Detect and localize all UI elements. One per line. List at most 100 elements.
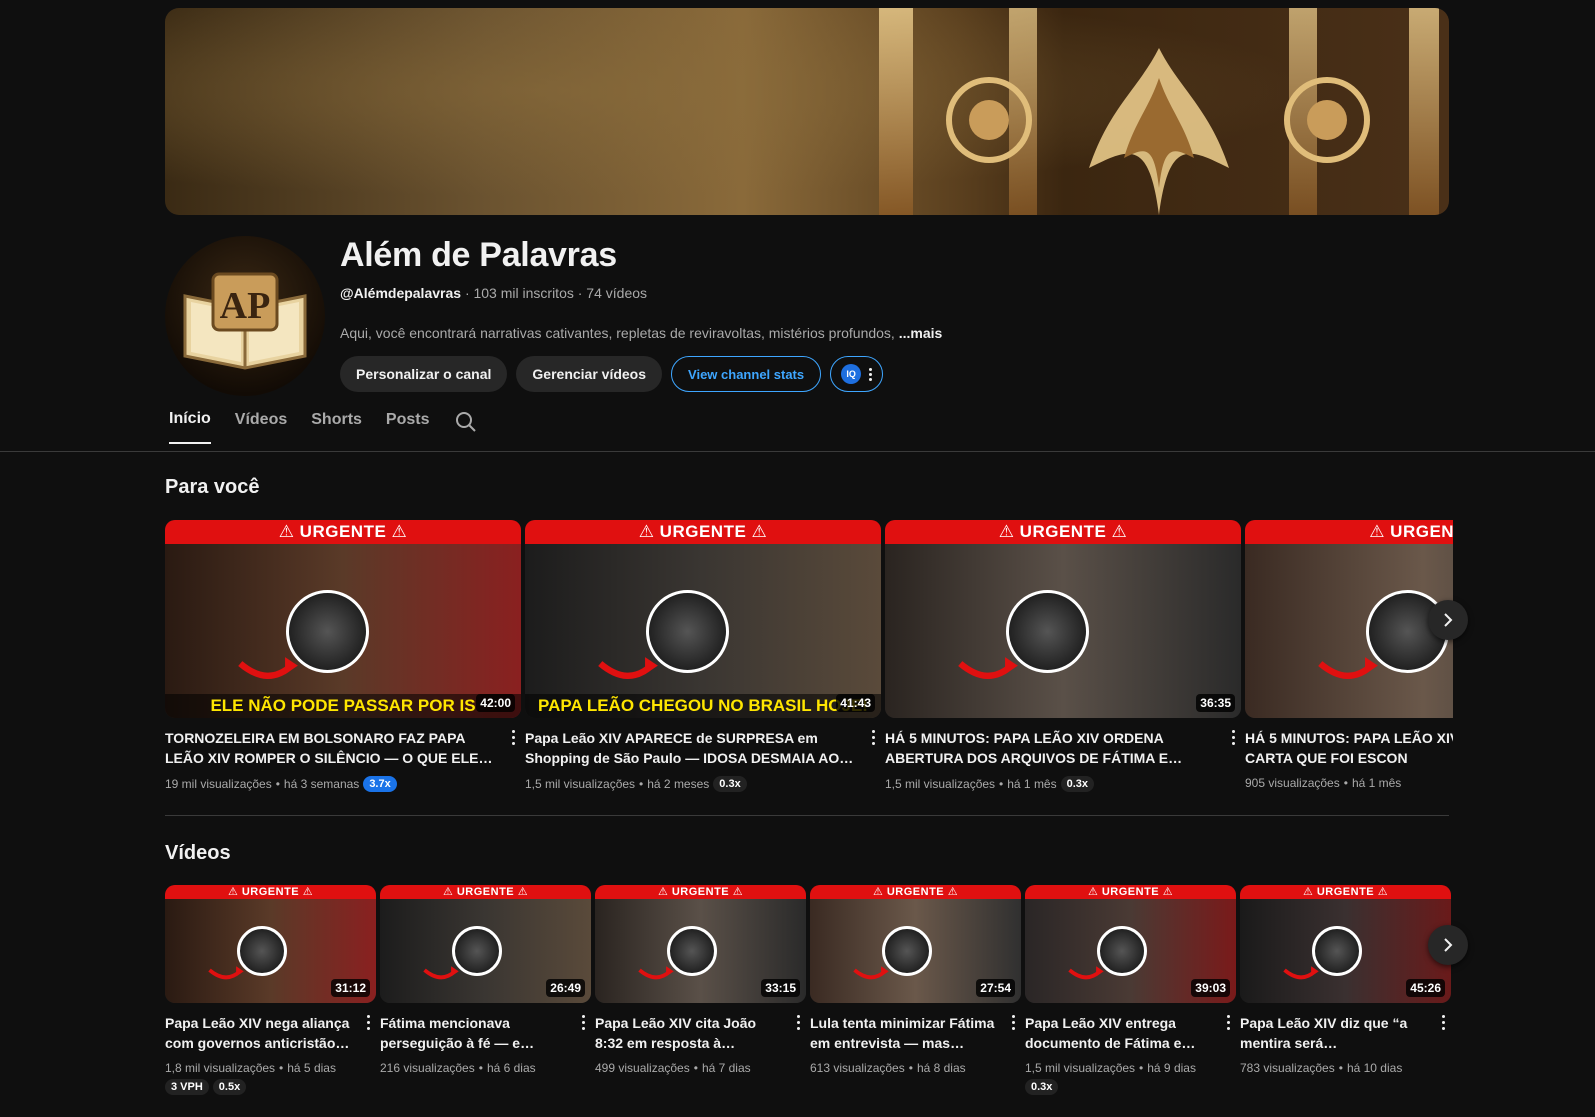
urgent-banner: ⚠ URGENTE	[1245, 520, 1453, 544]
duration-badge: 27:54	[976, 979, 1015, 997]
video-count: · 74 vídeos	[577, 285, 648, 301]
upload-age: há 7 dias	[701, 1061, 751, 1075]
tab-shorts[interactable]: Shorts	[311, 411, 362, 443]
thumbnail-caption: PAPA LEÃO CHEGOU NO BRASIL HOJE!	[525, 694, 881, 718]
shelf-next-button[interactable]	[1428, 600, 1468, 640]
thumbnail-caption: ELE NÃO PODE PASSAR POR IS	[165, 694, 521, 718]
tab-inicio[interactable]: Início	[169, 410, 211, 444]
view-count: 499 visualizações	[595, 1061, 690, 1075]
video-title[interactable]: Papa Leão XIV cita João 8:32 em resposta…	[595, 1013, 806, 1053]
view-count: 783 visualizações	[1240, 1061, 1335, 1075]
tab-videos[interactable]: Vídeos	[235, 411, 287, 443]
video-meta: 216 visualizações • há 6 dias	[380, 1061, 591, 1075]
video-title[interactable]: Fátima mencionava perseguição à fé — e P…	[380, 1013, 591, 1053]
vidiq-icon: IQ	[841, 364, 862, 384]
tabs-divider	[0, 451, 1595, 452]
badge-row: 0.3x	[1025, 1079, 1236, 1095]
video-thumbnail[interactable]: ⚠ URGENTE ⚠ PAPA LEÃO CHEGOU NO BRASIL HO…	[525, 520, 881, 718]
video-title[interactable]: Papa Leão XIV APARECE de SURPRESA em Sho…	[525, 728, 881, 768]
more-vert-icon[interactable]	[1012, 1015, 1015, 1030]
video-card[interactable]: ⚠ URGENTE ⚠ 39:03 Papa Leão XIV entrega do…	[1025, 885, 1236, 1095]
video-title[interactable]: HÁ 5 MINUTOS: PAPA LEÃO XIV M MUNDO A CA…	[1245, 728, 1453, 768]
upload-age: há 8 dias	[916, 1061, 966, 1075]
video-thumbnail[interactable]: ⚠ URGENTE ⚠ ELE NÃO PODE PASSAR POR IS 42:…	[165, 520, 521, 718]
video-card[interactable]: ⚠ URGENTE HÁ 5 MINUTOS: PAPA LEÃO XIV M M…	[1245, 520, 1453, 792]
video-meta: 1,5 mil visualizações • há 2 meses 0.3x	[525, 776, 881, 792]
more-vert-icon[interactable]	[512, 730, 515, 745]
video-title[interactable]: Papa Leão XIV diz que “a mentira será de…	[1240, 1013, 1451, 1053]
manage-videos-button[interactable]: Gerenciar vídeos	[516, 356, 663, 392]
duration-badge: 41:43	[836, 694, 875, 712]
video-thumbnail[interactable]: ⚠ URGENTE ⚠ 26:49	[380, 885, 591, 1003]
video-card[interactable]: ⚠ URGENTE ⚠ 26:49 Fátima mencionava perseg…	[380, 885, 591, 1095]
video-card[interactable]: ⚠ URGENTE ⚠ 33:15 Papa Leão XIV cita João …	[595, 885, 806, 1095]
more-vert-icon[interactable]	[582, 1015, 585, 1030]
view-count: 905 visualizações	[1245, 776, 1340, 790]
video-card[interactable]: ⚠ URGENTE ⚠ 31:12 Papa Leão XIV nega alian…	[165, 885, 376, 1095]
video-title[interactable]: Papa Leão XIV nega aliança com governos …	[165, 1013, 376, 1053]
video-meta: 1,5 mil visualizações • há 1 mês 0.3x	[885, 776, 1241, 792]
channel-description[interactable]: Aqui, você encontrará narrativas cativan…	[340, 325, 943, 341]
video-card[interactable]: ⚠ URGENTE ⚠ 45:26 Papa Leão XIV diz que “a…	[1240, 885, 1451, 1095]
video-thumbnail[interactable]: ⚠ URGENTE ⚠ 27:54	[810, 885, 1021, 1003]
more-vert-icon	[869, 367, 873, 381]
tab-posts[interactable]: Posts	[386, 411, 430, 443]
avatar-monogram: AP	[220, 285, 271, 327]
video-card[interactable]: ⚠ URGENTE ⚠ 27:54 Lula tenta minimizar Fát…	[810, 885, 1021, 1095]
duration-badge: 42:00	[476, 694, 515, 712]
section-title-videos: Vídeos	[165, 842, 231, 864]
video-meta: 1,5 mil visualizações • há 9 dias	[1025, 1061, 1236, 1075]
duration-badge: 26:49	[546, 979, 585, 997]
vidiq-menu-button[interactable]: IQ	[830, 356, 884, 392]
video-meta: 1,8 mil visualizações • há 5 dias	[165, 1061, 376, 1075]
red-arrow-icon	[1068, 966, 1104, 980]
channel-tabs: Início Vídeos Shorts Posts	[169, 410, 478, 444]
view-count: 613 visualizações	[810, 1061, 905, 1075]
more-vert-icon[interactable]	[872, 730, 875, 745]
video-title[interactable]: Papa Leão XIV entrega documento de Fátim…	[1025, 1013, 1236, 1053]
more-vert-icon[interactable]	[1227, 1015, 1230, 1030]
view-count: 1,5 mil visualizações	[885, 777, 996, 791]
view-channel-stats-button[interactable]: View channel stats	[671, 356, 822, 392]
video-title[interactable]: Lula tenta minimizar Fátima em entrevist…	[810, 1013, 1021, 1053]
video-card[interactable]: ⚠ URGENTE ⚠ ELE NÃO PODE PASSAR POR IS 42:…	[165, 520, 521, 792]
video-title[interactable]: TORNOZELEIRA EM BOLSONARO FAZ PAPA LEÃO …	[165, 728, 521, 768]
video-title[interactable]: HÁ 5 MINUTOS: PAPA LEÃO XIV ORDENA ABERT…	[885, 728, 1241, 768]
more-vert-icon[interactable]	[1442, 1015, 1445, 1030]
duration-badge: 36:35	[1196, 694, 1235, 712]
metric-badge: 0.5x	[212, 1079, 247, 1095]
shelf-next-button[interactable]	[1428, 925, 1468, 965]
more-vert-icon[interactable]	[367, 1015, 370, 1030]
video-thumbnail[interactable]: ⚠ URGENTE ⚠ 39:03	[1025, 885, 1236, 1003]
video-card[interactable]: ⚠ URGENTE ⚠ PAPA LEÃO CHEGOU NO BRASIL HO…	[525, 520, 881, 792]
video-thumbnail[interactable]: ⚠ URGENTE ⚠ 45:26	[1240, 885, 1451, 1003]
video-thumbnail[interactable]: ⚠ URGENTE ⚠ 31:12	[165, 885, 376, 1003]
video-card[interactable]: ⚠ URGENTE ⚠ 36:35 HÁ 5 MINUTOS: PAPA LEÃO …	[885, 520, 1241, 792]
more-vert-icon[interactable]	[797, 1015, 800, 1030]
urgent-banner: ⚠ URGENTE ⚠	[1025, 885, 1236, 899]
more-link[interactable]: ...mais	[899, 325, 943, 341]
customize-channel-button[interactable]: Personalizar o canal	[340, 356, 508, 392]
video-meta: 499 visualizações • há 7 dias	[595, 1061, 806, 1075]
video-thumbnail[interactable]: ⚠ URGENTE	[1245, 520, 1453, 718]
upload-age: há 9 dias	[1147, 1061, 1196, 1075]
red-arrow-icon	[958, 657, 1018, 679]
channel-actions: Personalizar o canal Gerenciar vídeos Vi…	[340, 356, 884, 392]
view-count: 1,8 mil visualizações	[165, 1061, 276, 1075]
video-thumbnail[interactable]: ⚠ URGENTE ⚠ 33:15	[595, 885, 806, 1003]
urgent-banner: ⚠ URGENTE ⚠	[165, 520, 521, 544]
urgent-banner: ⚠ URGENTE ⚠	[1240, 885, 1451, 899]
search-icon[interactable]	[454, 410, 478, 434]
video-thumbnail[interactable]: ⚠ URGENTE ⚠ 36:35	[885, 520, 1241, 718]
meta-separator: •	[1338, 1061, 1343, 1075]
outlier-badge: 0.3x	[713, 776, 747, 792]
urgent-banner: ⚠ URGENTE ⚠	[885, 520, 1241, 544]
chevron-right-icon	[1444, 938, 1453, 952]
meta-separator: •	[908, 1061, 913, 1075]
outlier-badge: 3.7x	[363, 776, 397, 792]
red-arrow-icon	[238, 657, 298, 679]
description-text: Aqui, você encontrará narrativas cativan…	[340, 325, 895, 341]
outlier-badge: 0.3x	[1060, 776, 1095, 792]
more-vert-icon[interactable]	[1232, 730, 1235, 745]
channel-avatar[interactable]: AP	[165, 236, 325, 396]
